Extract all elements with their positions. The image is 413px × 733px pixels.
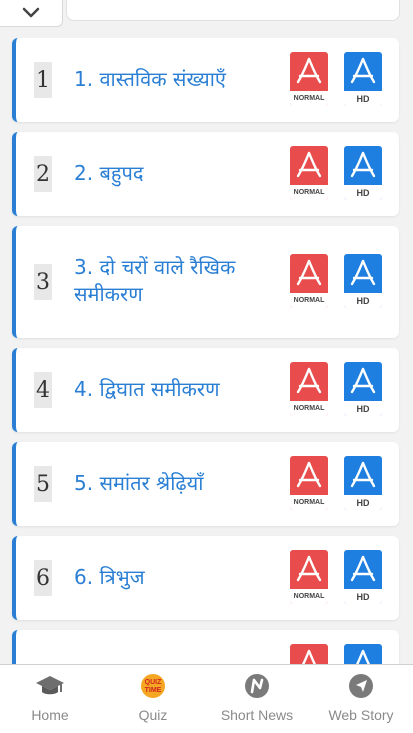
chapter-card[interactable]: 5 5. समांतर श्रेढ़ियाँ NORMAL HD	[12, 442, 399, 526]
chapter-number: 3	[34, 264, 52, 300]
pdf-icon	[350, 555, 376, 582]
svg-text:QUIZ: QUIZ	[145, 679, 162, 686]
pdf-icon	[350, 259, 376, 286]
pdf-hd-button[interactable]	[344, 644, 382, 664]
pdf-icon	[296, 259, 322, 286]
pdf-hd-label: HD	[344, 91, 382, 106]
pdf-normal-button[interactable]	[290, 644, 328, 664]
chapter-number: 6	[34, 560, 52, 596]
chapter-title[interactable]: 4. द्विघात समीकरण	[74, 376, 264, 403]
chapter-number: 1	[34, 62, 52, 98]
pdf-icon	[296, 151, 322, 178]
chapter-number: 2	[34, 156, 52, 192]
pdf-normal-label: NORMAL	[290, 185, 328, 200]
chapter-title[interactable]: 2. बहुपद	[74, 160, 264, 187]
bottom-navigation: Home QUIZ TIME Quiz Short News Web Story	[0, 664, 413, 733]
pdf-hd-button[interactable]: HD	[344, 362, 382, 416]
pdf-icon	[296, 57, 322, 84]
pdf-hd-label: HD	[344, 495, 382, 510]
pdf-normal-button[interactable]: NORMAL	[290, 52, 328, 106]
chapter-title[interactable]: 3. दो चरों वाले रैखिक समीकरण	[74, 254, 254, 308]
pdf-hd-label: HD	[344, 185, 382, 200]
pdf-normal-button[interactable]: NORMAL	[290, 254, 328, 308]
chapter-number: 4	[34, 372, 52, 408]
pdf-icon	[350, 151, 376, 178]
chapter-list: 1 1. वास्तविक संख्याएँ NORMAL HD 2 2. बह…	[0, 38, 413, 664]
pdf-icon	[350, 367, 376, 394]
collapse-button[interactable]	[0, 0, 63, 27]
graduation-cap-icon	[36, 676, 64, 695]
pdf-normal-button[interactable]: NORMAL	[290, 456, 328, 510]
pdf-icon	[356, 649, 370, 664]
pdf-hd-label: HD	[344, 293, 382, 308]
pdf-normal-label: NORMAL	[290, 293, 328, 308]
nav-home[interactable]: Home	[0, 673, 100, 729]
chapter-card[interactable]: 3 3. दो चरों वाले रैखिक समीकरण NORMAL HD	[12, 226, 399, 338]
chapter-card[interactable]: 6 6. त्रिभुज NORMAL HD	[12, 536, 399, 620]
pdf-hd-label: HD	[344, 401, 382, 416]
chevron-down-icon	[22, 7, 40, 18]
top-bar	[0, 0, 413, 30]
pdf-normal-label: NORMAL	[290, 589, 328, 604]
pdf-hd-button[interactable]: HD	[344, 550, 382, 604]
header-strip	[66, 0, 400, 21]
chapter-card[interactable]: 1 1. वास्तविक संख्याएँ NORMAL HD	[12, 38, 399, 122]
news-icon	[245, 674, 269, 698]
pdf-hd-button[interactable]: HD	[344, 52, 382, 106]
pdf-normal-button[interactable]: NORMAL	[290, 362, 328, 416]
pdf-icon	[302, 649, 316, 664]
chapter-card[interactable]: 4 4. द्विघात समीकरण NORMAL HD	[12, 348, 399, 432]
pdf-icon	[296, 461, 322, 488]
pdf-icon	[296, 555, 322, 582]
quiz-time-icon: QUIZ TIME	[141, 674, 165, 698]
pdf-icon	[296, 367, 322, 394]
chapter-card-partial[interactable]	[12, 630, 399, 664]
pdf-hd-button[interactable]: HD	[344, 456, 382, 510]
nav-quiz-label: Quiz	[138, 707, 168, 723]
nav-short-news[interactable]: Short News	[207, 673, 307, 729]
nav-web-story[interactable]: Web Story	[311, 673, 411, 729]
nav-short-news-label: Short News	[220, 707, 294, 723]
pdf-icon	[350, 57, 376, 84]
chapter-card[interactable]: 2 2. बहुपद NORMAL HD	[12, 132, 399, 216]
pdf-normal-button[interactable]: NORMAL	[290, 550, 328, 604]
nav-web-story-label: Web Story	[328, 707, 394, 723]
svg-text:TIME: TIME	[145, 687, 162, 694]
pdf-normal-label: NORMAL	[290, 401, 328, 416]
nav-quiz[interactable]: QUIZ TIME Quiz	[103, 673, 203, 729]
pdf-normal-label: NORMAL	[290, 495, 328, 510]
chapter-title[interactable]: 1. वास्तविक संख्याएँ	[74, 66, 264, 93]
chapter-title[interactable]: 5. समांतर श्रेढ़ियाँ	[74, 470, 264, 497]
pdf-normal-button[interactable]: NORMAL	[290, 146, 328, 200]
nav-home-label: Home	[31, 707, 69, 723]
pdf-hd-button[interactable]: HD	[344, 146, 382, 200]
chapter-number: 5	[34, 466, 52, 502]
pdf-hd-label: HD	[344, 589, 382, 604]
pdf-normal-label: NORMAL	[290, 91, 328, 106]
navigation-arrow-icon	[349, 674, 373, 698]
pdf-hd-button[interactable]: HD	[344, 254, 382, 308]
pdf-icon	[350, 461, 376, 488]
chapter-title[interactable]: 6. त्रिभुज	[74, 564, 264, 591]
